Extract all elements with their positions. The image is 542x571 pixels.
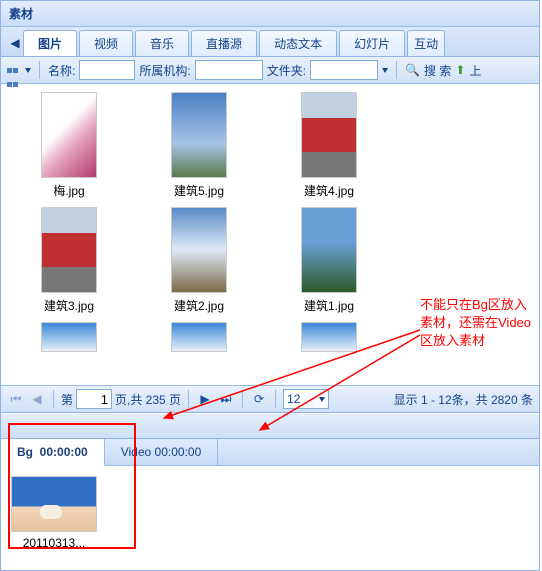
- panel-title: 素材: [1, 1, 539, 27]
- upload-button[interactable]: 上: [469, 62, 481, 79]
- tab-slides[interactable]: 幻灯片: [339, 30, 405, 56]
- thumbnail-image: [301, 322, 357, 352]
- org-label: 所属机构:: [139, 62, 190, 79]
- separator: [275, 390, 276, 408]
- thumb-item[interactable]: 梅.jpg: [19, 92, 119, 199]
- page-prefix: 第: [61, 391, 73, 408]
- folder-label: 文件夹:: [267, 62, 306, 79]
- thumb-item[interactable]: 建筑4.jpg: [279, 92, 379, 199]
- page-input[interactable]: [76, 389, 112, 409]
- next-page-button[interactable]: ▶: [196, 390, 214, 408]
- folder-input[interactable]: [310, 60, 378, 80]
- org-input[interactable]: [195, 60, 263, 80]
- annotation-box: [8, 423, 136, 549]
- thumb-item[interactable]: 建筑2.jpg: [149, 207, 249, 314]
- view-dropdown-icon[interactable]: [25, 68, 31, 73]
- paging-status: 显示 1 - 12条，共 2820 条: [394, 391, 533, 408]
- separator: [242, 390, 243, 408]
- dropdown-icon: [319, 397, 325, 402]
- thumbnail-image: [41, 92, 97, 178]
- thumb-item[interactable]: 建筑5.jpg: [149, 92, 249, 199]
- thumbnail-image: [41, 207, 97, 293]
- last-page-button[interactable]: ⏭: [217, 390, 235, 408]
- thumbnail-image: [171, 322, 227, 352]
- name-input[interactable]: [79, 60, 135, 80]
- filter-toolbar: 名称: 所属机构: 文件夹: 🔍 搜 索 ⬆ 上: [1, 57, 539, 84]
- separator: [188, 390, 189, 408]
- thumb-item[interactable]: 建筑1.jpg: [279, 207, 379, 314]
- tab-dyntext[interactable]: 动态文本: [259, 30, 337, 56]
- separator: [396, 61, 397, 79]
- tab-video[interactable]: 视频: [79, 30, 133, 56]
- search-button[interactable]: 搜 索: [424, 62, 451, 79]
- refresh-button[interactable]: ⟳: [250, 390, 268, 408]
- page-suffix: 页,共 235 页: [115, 391, 181, 408]
- tab-music[interactable]: 音乐: [135, 30, 189, 56]
- view-grid-icon[interactable]: [7, 63, 21, 77]
- tab-scroll-left[interactable]: ◀: [7, 32, 23, 54]
- upload-icon[interactable]: ⬆: [455, 63, 465, 77]
- tab-interactive[interactable]: 互动: [407, 30, 445, 56]
- thumbnail-image: [301, 92, 357, 178]
- search-icon[interactable]: 🔍: [405, 63, 420, 77]
- thumbnail-image: [301, 207, 357, 293]
- prev-page-button[interactable]: ◀: [28, 390, 46, 408]
- tab-images[interactable]: 图片: [23, 30, 77, 56]
- thumb-label: 建筑2.jpg: [149, 297, 249, 314]
- separator: [39, 61, 40, 79]
- thumb-label: 建筑1.jpg: [279, 297, 379, 314]
- thumb-item[interactable]: [279, 322, 379, 356]
- tab-strip: ◀ 图片 视频 音乐 直播源 动态文本 幻灯片 互动: [1, 27, 539, 57]
- thumb-item[interactable]: [149, 322, 249, 356]
- thumb-label: 建筑3.jpg: [19, 297, 119, 314]
- thumbnail-image: [41, 322, 97, 352]
- page-size-select[interactable]: 12: [283, 389, 329, 409]
- tab-live[interactable]: 直播源: [191, 30, 257, 56]
- thumbnail-image: [171, 207, 227, 293]
- separator: [53, 390, 54, 408]
- name-label: 名称:: [48, 62, 75, 79]
- paging-toolbar: ⏮ ◀ 第 页,共 235 页 ▶ ⏭ ⟳ 12 显示 1 - 12条，共 28…: [1, 386, 539, 413]
- thumb-label: 梅.jpg: [19, 182, 119, 199]
- annotation-text: 不能只在Bg区放入 素材，还需在Video 区放入素材: [420, 296, 540, 350]
- thumbnail-image: [171, 92, 227, 178]
- thumb-label: 建筑4.jpg: [279, 182, 379, 199]
- thumb-item[interactable]: [19, 322, 119, 356]
- folder-dropdown-icon[interactable]: [382, 68, 388, 73]
- thumb-label: 建筑5.jpg: [149, 182, 249, 199]
- first-page-button[interactable]: ⏮: [7, 390, 25, 408]
- thumb-item[interactable]: 建筑3.jpg: [19, 207, 119, 314]
